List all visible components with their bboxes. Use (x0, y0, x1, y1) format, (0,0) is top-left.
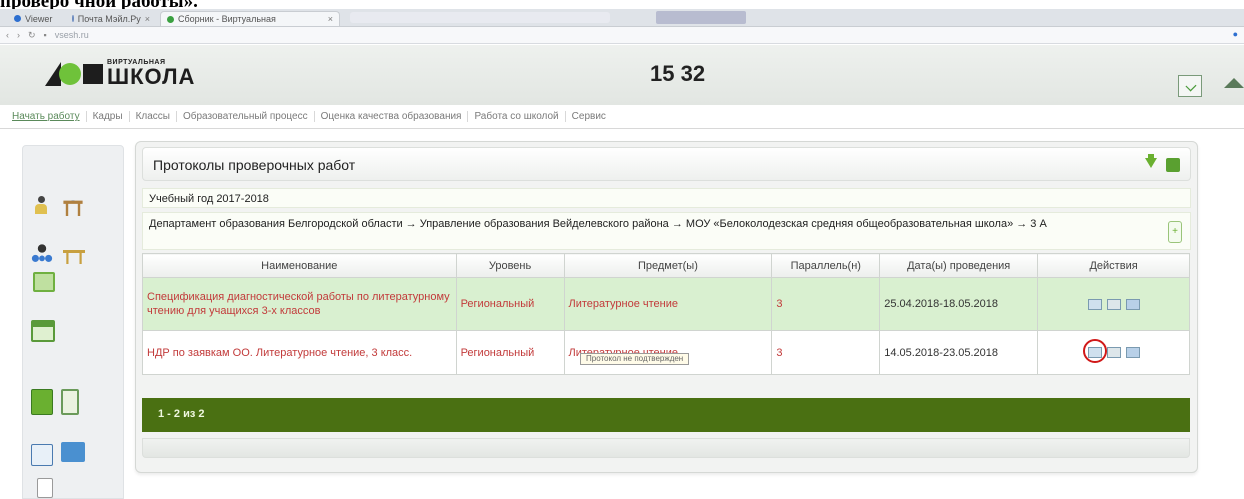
app-header: ВИРТУАЛЬНАЯ ШКОЛА 15 32 (0, 45, 1244, 105)
school-year-row: Учебный год 2017-2018 (142, 188, 1191, 208)
browser-tab-mail[interactable]: Почта Мэйл.Ру × (66, 11, 156, 26)
work-parallel: 3 (771, 330, 881, 375)
browser-tab-label: Сборник - Виртуальная (178, 14, 276, 24)
browser-tab-label: Почта Мэйл.Ру (77, 13, 141, 24)
pager-bar: 1 - 2 из 2 (142, 398, 1190, 432)
mail-favicon-icon (72, 15, 74, 22)
protocol-copy-icon[interactable] (1106, 298, 1121, 310)
panel-title-bar: Протоколы проверочных работ (142, 147, 1191, 181)
download-icon[interactable] (1144, 154, 1158, 172)
document-caption: проверо чной работы». (0, 0, 198, 12)
close-tab-icon[interactable]: × (328, 14, 333, 24)
protocol-export-icon[interactable] (1125, 298, 1140, 310)
checklist-icon[interactable] (1178, 75, 1202, 97)
column-header-level[interactable]: Уровень (455, 253, 565, 278)
protocols-panel: Протоколы проверочных работ Учебный год … (135, 141, 1198, 473)
browser-tab-strip: Viewer Почта Мэйл.Ру × Сборник - Виртуал… (0, 9, 1244, 27)
nav-item-educational-process[interactable]: Образовательный процесс (177, 111, 315, 122)
nav-item-service[interactable]: Сервис (566, 111, 612, 122)
nav-item-classes[interactable]: Классы (130, 111, 177, 122)
reload-icon[interactable]: ↻ (28, 30, 36, 41)
close-tab-icon[interactable]: × (145, 14, 150, 24)
work-dates: 14.05.2018-23.05.2018 (879, 330, 1039, 375)
sidebar (22, 145, 124, 499)
column-header-name[interactable]: Наименование (142, 253, 457, 278)
back-icon[interactable]: ‹ (6, 30, 9, 40)
blurred-tab-area (656, 11, 746, 24)
nav-item-quality-assessment[interactable]: Оценка качества образования (315, 111, 469, 122)
monitor-icon[interactable] (61, 442, 85, 462)
browser-extension-icon[interactable]: ● (1233, 29, 1238, 39)
report-document-icon[interactable] (61, 389, 79, 415)
secure-lock-icon: ▪ (43, 30, 47, 40)
logo-text-bottom: ШКОЛА (107, 64, 196, 89)
column-header-subject[interactable]: Предмет(ы) (563, 253, 773, 278)
work-name[interactable]: Спецификация диагностической работы по л… (142, 277, 457, 331)
work-parallel: 3 (771, 277, 881, 331)
nav-item-start[interactable]: Начать работу (12, 111, 87, 122)
map-icon[interactable] (31, 444, 53, 466)
browser-tab-viewer[interactable]: Viewer (8, 11, 64, 26)
schedule-window-icon[interactable] (31, 320, 55, 342)
school-year: Учебный год 2017-2018 (149, 193, 269, 205)
nav-item-staff[interactable]: Кадры (87, 111, 130, 122)
main-nav: Начать работу Кадры Классы Образовательн… (0, 105, 1244, 129)
column-header-dates[interactable]: Дата(ы) проведения (879, 253, 1039, 278)
row-actions (1037, 330, 1190, 375)
work-dates: 25.04.2018-18.05.2018 (879, 277, 1039, 331)
virtual-school-logo[interactable]: ВИРТУАЛЬНАЯ ШКОЛА (45, 59, 195, 88)
work-level: Региональный (455, 330, 565, 375)
teacher-icon[interactable] (33, 196, 49, 214)
school-favicon-icon (167, 15, 174, 23)
work-name[interactable]: НДР по заявкам ОО. Литературное чтение, … (142, 330, 457, 375)
protocol-export-icon[interactable] (1125, 347, 1140, 359)
forward-icon[interactable]: › (17, 30, 20, 40)
breadcrumb-text: Департамент образования Белгородской обл… (149, 218, 1047, 230)
calendar-icon[interactable] (33, 272, 55, 292)
table-header-row: Наименование Уровень Предмет(ы) Параллел… (142, 253, 1190, 278)
nav-item-school-work[interactable]: Работа со школой (468, 111, 566, 122)
table-row[interactable]: Спецификация диагностической работы по л… (142, 277, 1190, 331)
highlighted-action (1082, 338, 1107, 363)
students-group-icon[interactable] (31, 243, 53, 265)
journal-icon[interactable] (31, 389, 53, 415)
breadcrumb: Департамент образования Белгородской обл… (142, 212, 1191, 250)
browser-tab-label: Viewer (25, 13, 53, 24)
logo-text: ВИРТУАЛЬНАЯ ШКОЛА (107, 59, 195, 88)
protocol-copy-icon[interactable] (1106, 347, 1121, 359)
protocol-view-icon[interactable] (1087, 298, 1102, 310)
classroom-table-icon[interactable] (63, 250, 85, 264)
viewer-favicon-icon (14, 15, 21, 22)
panel-title: Протоколы проверочных работ (153, 157, 356, 173)
column-header-parallel[interactable]: Параллель(н) (771, 253, 881, 278)
address-bar: ‹ › ↻ ▪ vsesh.ru ● (0, 27, 1244, 44)
browser-tab-active[interactable]: Сборник - Виртуальная × (160, 11, 340, 26)
tooltip: Протокол не подтвержден (580, 353, 690, 365)
blurred-tab-area (350, 12, 610, 23)
excel-export-icon[interactable] (1166, 158, 1180, 172)
row-actions (1037, 277, 1190, 331)
work-subject: Литературное чтение (563, 277, 773, 331)
pager-text: 1 - 2 из 2 (158, 408, 205, 420)
home-icon[interactable] (1222, 75, 1244, 97)
expand-button[interactable]: + (1168, 221, 1182, 243)
highlight-circle (1082, 338, 1107, 363)
pupil-desk-icon[interactable] (63, 200, 83, 216)
logo-square-icon (83, 63, 103, 84)
column-header-actions: Действия (1037, 253, 1190, 278)
work-level: Региональный (455, 277, 565, 331)
panel-footer (142, 438, 1190, 458)
header-clock: 15 32 (650, 61, 706, 86)
logo-circle-icon (59, 62, 81, 85)
address-url[interactable]: vsesh.ru (55, 30, 89, 40)
document-icon[interactable] (37, 478, 53, 498)
